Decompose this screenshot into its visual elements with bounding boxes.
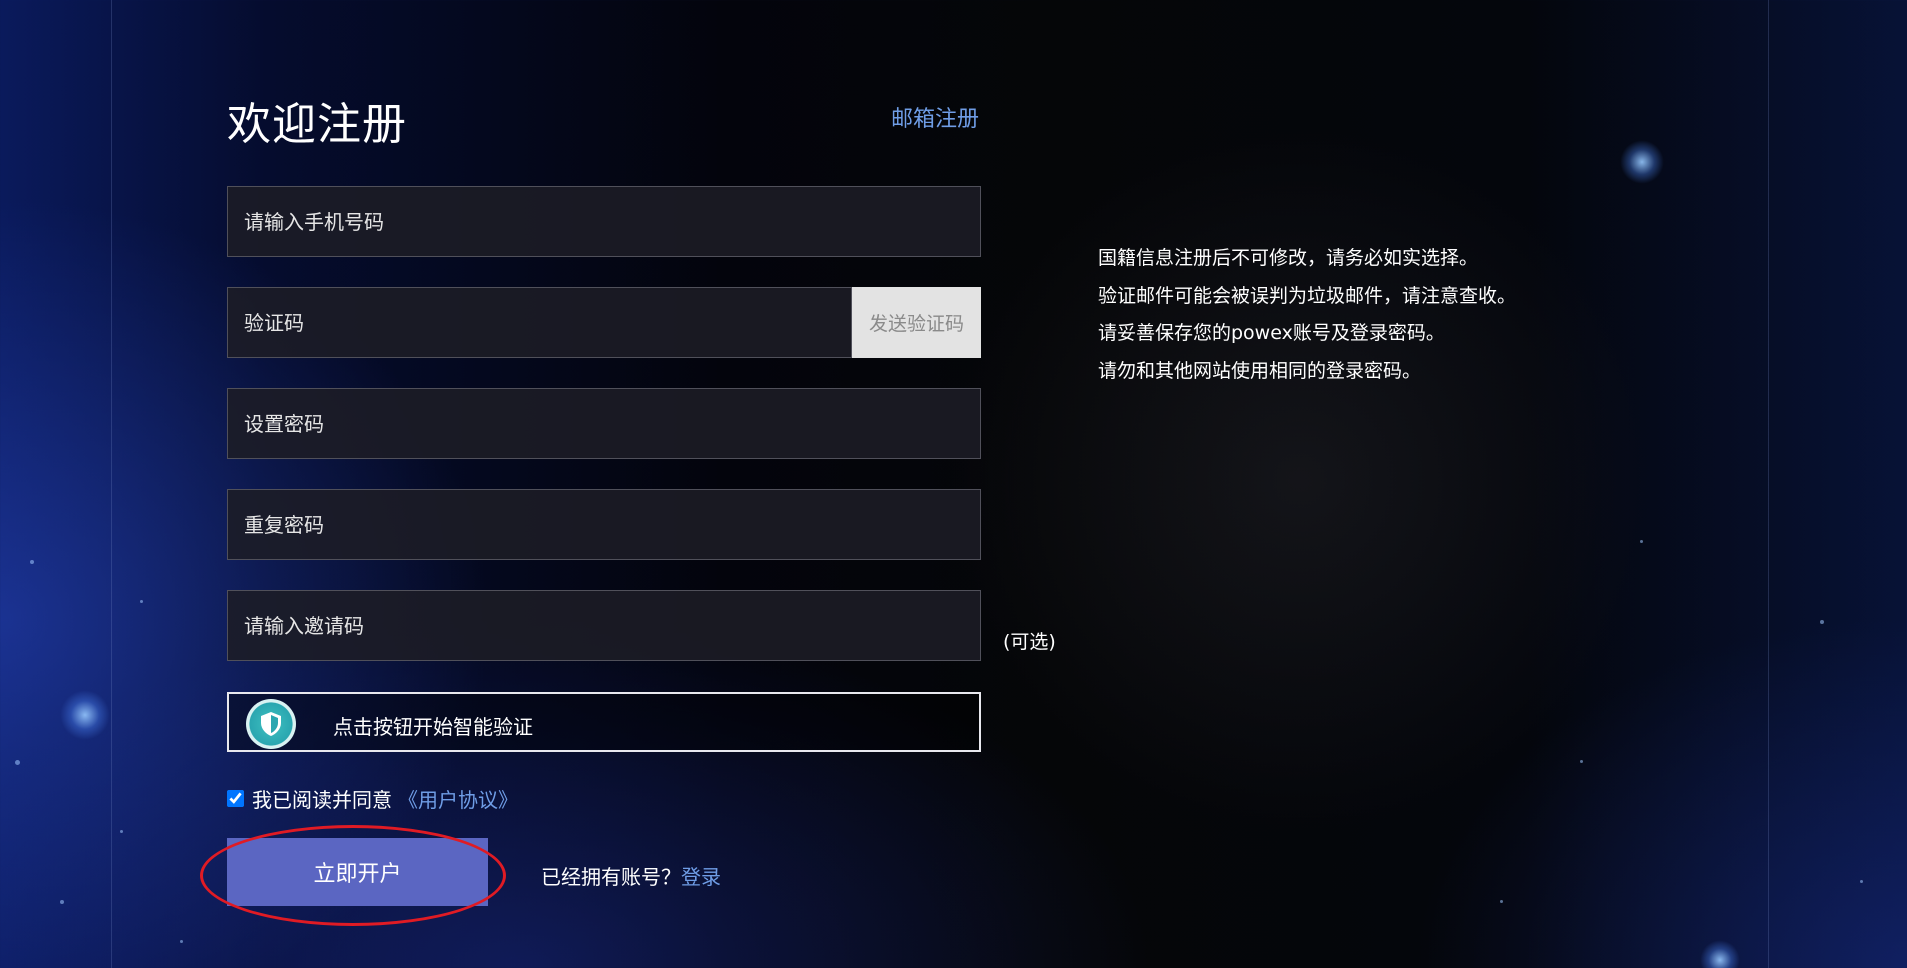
- background-line-right: [1768, 0, 1769, 968]
- background-dot: [1860, 880, 1863, 883]
- login-link[interactable]: 登录: [681, 865, 721, 889]
- registration-notes: 国籍信息注册后不可修改，请务必如实选择。 验证邮件可能会被误判为垃圾邮件，请注意…: [1098, 240, 1516, 390]
- invite-code-input[interactable]: [227, 590, 981, 661]
- shield-icon: [246, 699, 296, 749]
- background-dot: [1500, 900, 1503, 903]
- have-account-text: 已经拥有账号？: [541, 865, 681, 889]
- background-dot: [30, 560, 34, 564]
- background-dot: [60, 900, 64, 904]
- background-dot: [1820, 620, 1824, 624]
- agree-checkbox[interactable]: [227, 790, 244, 807]
- invite-optional-label: (可选): [1003, 631, 1056, 653]
- have-account-row: 已经拥有账号？登录: [541, 861, 721, 890]
- submit-button[interactable]: 立即开户: [227, 838, 488, 906]
- captcha-button[interactable]: 点击按钮开始智能验证: [227, 692, 981, 752]
- email-register-link[interactable]: 邮箱注册: [891, 101, 979, 133]
- background-dot: [180, 940, 183, 943]
- background-glow: [1620, 140, 1664, 184]
- password-input[interactable]: [227, 388, 981, 459]
- captcha-label: 点击按钮开始智能验证: [333, 715, 533, 739]
- note-line: 请勿和其他网站使用相同的登录密码。: [1098, 359, 1422, 382]
- phone-input[interactable]: [227, 186, 981, 257]
- background-dot: [140, 600, 143, 603]
- note-line: 验证邮件可能会被误判为垃圾邮件，请注意查收。: [1098, 284, 1517, 307]
- agreement-row: 我已阅读并同意 《用户协议》: [227, 784, 518, 813]
- page-title: 欢迎注册: [227, 99, 407, 150]
- repeat-password-input[interactable]: [227, 489, 981, 560]
- background-dot: [1580, 760, 1583, 763]
- background-glow: [1700, 940, 1740, 968]
- agree-text: 我已阅读并同意: [252, 788, 392, 812]
- send-code-button[interactable]: 发送验证码: [852, 287, 981, 358]
- background-dot: [1640, 540, 1643, 543]
- note-line: 国籍信息注册后不可修改，请务必如实选择。: [1098, 247, 1479, 269]
- background-glow: [60, 690, 110, 740]
- user-agreement-link[interactable]: 《用户协议》: [398, 784, 518, 813]
- note-line: 请妥善保存您的powex账号及登录密码。: [1098, 322, 1445, 344]
- background-dot: [120, 830, 123, 833]
- verification-code-input[interactable]: [227, 287, 852, 358]
- background-dot: [15, 760, 20, 765]
- background-line-left: [111, 0, 112, 968]
